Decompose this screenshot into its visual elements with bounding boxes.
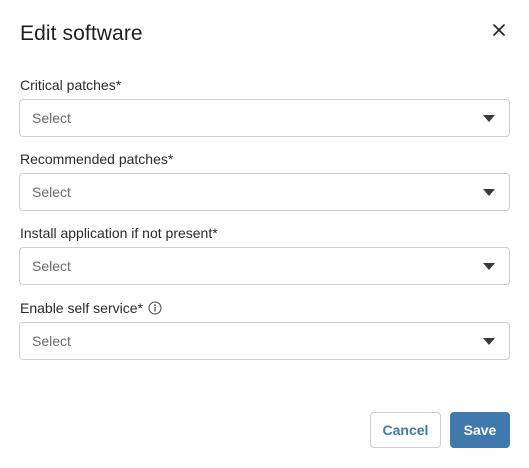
- enable-self-service-value: Select: [32, 333, 71, 349]
- enable-self-service-label: Enable self service*: [20, 300, 162, 316]
- save-button[interactable]: Save: [450, 412, 510, 448]
- enable-self-service-label-text: Enable self service*: [20, 300, 143, 316]
- edit-software-dialog: Edit software Critical patches* Select R…: [0, 0, 529, 468]
- install-application-value: Select: [32, 258, 71, 274]
- recommended-patches-label: Recommended patches*: [20, 151, 173, 167]
- recommended-patches-label-text: Recommended patches*: [20, 151, 174, 167]
- critical-patches-label: Critical patches*: [20, 77, 121, 93]
- chevron-down-icon: [483, 263, 495, 270]
- critical-patches-label-text: Critical patches*: [20, 77, 122, 93]
- chevron-down-icon: [483, 189, 495, 196]
- recommended-patches-select[interactable]: Select: [19, 173, 510, 211]
- install-application-label: Install application if not present*: [20, 225, 218, 241]
- enable-self-service-select[interactable]: Select: [19, 322, 510, 360]
- close-icon: [493, 24, 505, 36]
- install-application-label-text: Install application if not present*: [20, 225, 218, 241]
- close-button[interactable]: [489, 20, 509, 40]
- critical-patches-value: Select: [32, 110, 71, 126]
- chevron-down-icon: [483, 338, 495, 345]
- critical-patches-select[interactable]: Select: [19, 99, 510, 137]
- cancel-button[interactable]: Cancel: [370, 412, 441, 448]
- dialog-title: Edit software: [20, 22, 143, 45]
- chevron-down-icon: [483, 115, 495, 122]
- install-application-select[interactable]: Select: [19, 247, 510, 285]
- recommended-patches-value: Select: [32, 184, 71, 200]
- info-icon[interactable]: [148, 301, 162, 315]
